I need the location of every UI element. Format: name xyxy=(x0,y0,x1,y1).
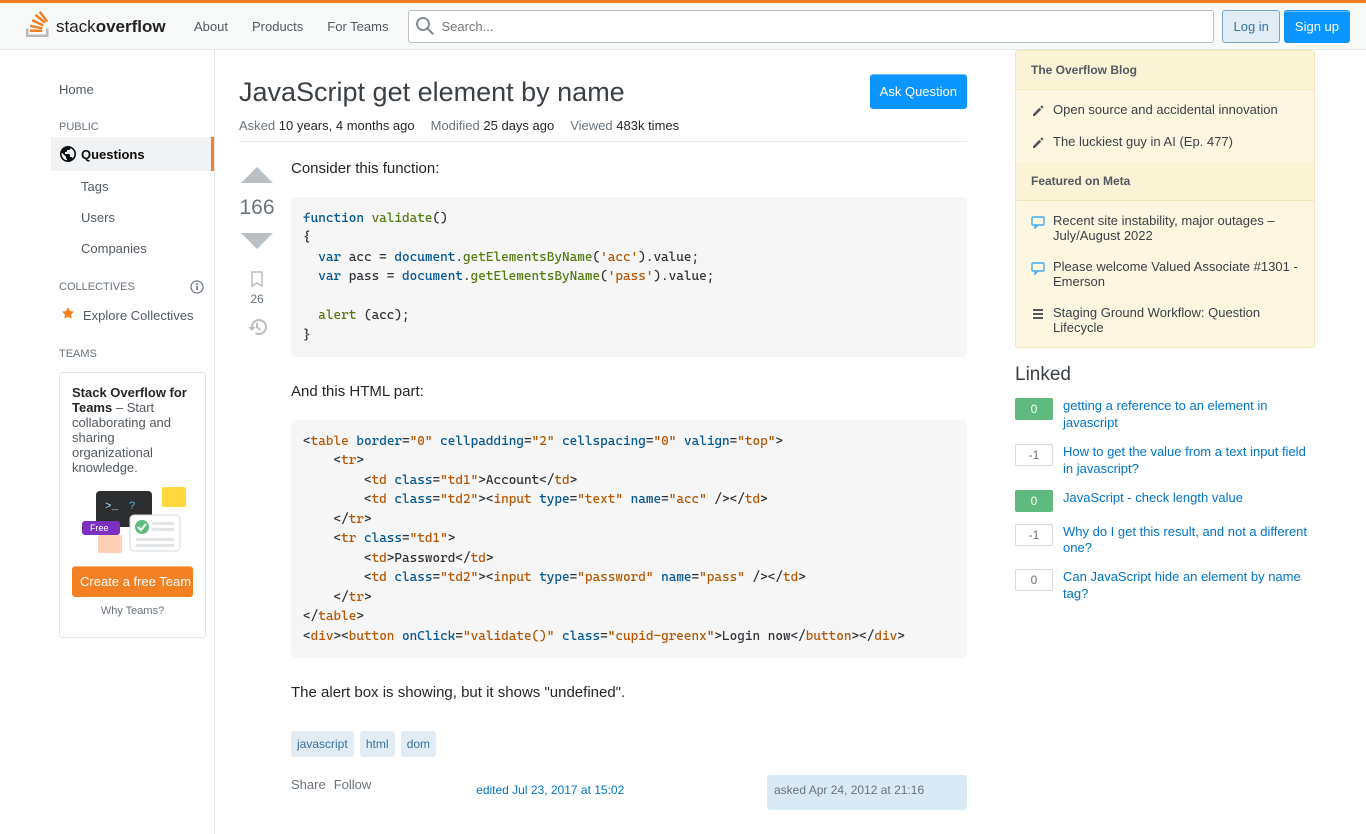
linked-score-badge: -1 xyxy=(1015,444,1053,466)
linked-link[interactable]: Why do I get this result, and not a diff… xyxy=(1063,524,1315,558)
tag-html[interactable]: html xyxy=(360,731,395,757)
bookmark-count: 26 xyxy=(250,292,263,306)
linked-item[interactable]: 0 Can JavaScript hide an element by name … xyxy=(1015,569,1315,603)
blog-item[interactable]: Open source and accidental innovation xyxy=(1016,94,1314,126)
teams-illustration: >_ ? Free xyxy=(72,487,202,554)
linked-item[interactable]: -1 Why do I get this result, and not a di… xyxy=(1015,524,1315,558)
right-sidebar: The Overflow Blog Open source and accide… xyxy=(1015,50,1315,834)
pencil-icon xyxy=(1031,104,1045,118)
search-icon xyxy=(416,17,434,35)
linked-link[interactable]: Can JavaScript hide an element by name t… xyxy=(1063,569,1315,603)
question-title: JavaScript get element by name xyxy=(239,74,637,110)
info-icon[interactable] xyxy=(190,280,204,294)
meta-item[interactable]: Please welcome Valued Associate #1301 - … xyxy=(1016,251,1314,297)
linked-link[interactable]: JavaScript - check length value xyxy=(1063,490,1243,512)
main-content: JavaScript get element by name Ask Quest… xyxy=(215,50,991,834)
share-link[interactable]: Share xyxy=(291,775,326,795)
globe-icon xyxy=(59,145,77,163)
asker-signature[interactable]: asked Apr 24, 2012 at 21:16 xyxy=(767,775,967,810)
create-team-button[interactable]: Create a free Team xyxy=(72,566,193,597)
speech-icon xyxy=(1031,261,1045,275)
editor-signature[interactable]: edited Jul 23, 2017 at 15:02 xyxy=(469,775,669,810)
linked-item[interactable]: 0 JavaScript - check length value xyxy=(1015,490,1315,512)
meta-item[interactable]: Staging Ground Workflow: Question Lifecy… xyxy=(1016,297,1314,343)
nav-companies[interactable]: Companies xyxy=(51,233,214,264)
history-button[interactable] xyxy=(248,318,267,336)
linked-item[interactable]: -1 How to get the value from a text input… xyxy=(1015,444,1315,478)
vote-column: 166 26 xyxy=(239,158,291,810)
speech-icon xyxy=(1031,215,1045,229)
nav-users[interactable]: Users xyxy=(51,202,214,233)
follow-link[interactable]: Follow xyxy=(334,775,372,795)
svg-text:>_: >_ xyxy=(105,501,119,513)
nav-home[interactable]: Home xyxy=(51,74,214,105)
linked-link[interactable]: How to get the value from a text input f… xyxy=(1063,444,1315,478)
linked-score-badge: 0 xyxy=(1015,490,1053,512)
featured-meta-header: Featured on Meta xyxy=(1016,162,1314,201)
signup-button[interactable]: Sign up xyxy=(1284,10,1350,43)
svg-text:Free: Free xyxy=(90,523,109,533)
nav-explore-collectives[interactable]: Explore Collectives xyxy=(51,298,214,332)
nav-products[interactable]: Products xyxy=(240,13,315,40)
svg-text:?: ? xyxy=(129,501,136,513)
logo[interactable]: stackoverflow xyxy=(16,3,182,50)
post-body: Consider this function: function validat… xyxy=(291,158,967,810)
linked-score-badge: 0 xyxy=(1015,398,1053,420)
vote-count: 166 xyxy=(239,196,274,220)
nav-questions[interactable]: Questions xyxy=(51,137,214,171)
nav-tags[interactable]: Tags xyxy=(51,171,214,202)
downvote-button[interactable] xyxy=(239,222,275,258)
linked-score-badge: -1 xyxy=(1015,524,1053,546)
top-header: stackoverflow About Products For Teams L… xyxy=(0,3,1366,50)
login-button[interactable]: Log in xyxy=(1222,10,1279,43)
upvote-button[interactable] xyxy=(239,158,275,194)
stack-icon xyxy=(1031,307,1045,321)
overflow-blog-header: The Overflow Blog xyxy=(1016,51,1314,90)
tag-list: javascript html dom xyxy=(291,729,967,759)
tag-javascript[interactable]: javascript xyxy=(291,731,354,757)
blog-item[interactable]: The luckiest guy in AI (Ep. 477) xyxy=(1016,126,1314,158)
ask-question-button[interactable]: Ask Question xyxy=(870,74,967,109)
teams-promo-card: Stack Overflow for Teams – Start collabo… xyxy=(59,372,206,638)
bookmark-button[interactable] xyxy=(248,270,266,288)
nav-public-header: PUBLIC xyxy=(51,105,214,137)
star-burst-icon xyxy=(59,306,77,324)
linked-score-badge: 0 xyxy=(1015,569,1053,591)
code-block-js: function validate() { var acc = document… xyxy=(291,197,967,358)
tag-dom[interactable]: dom xyxy=(401,731,436,757)
code-block-html: <table border="0" cellpadding="2" cellsp… xyxy=(291,420,967,659)
nav-about[interactable]: About xyxy=(182,13,240,40)
nav-teams-header: TEAMS xyxy=(51,332,214,364)
linked-item[interactable]: 0 getting a reference to an element in ja… xyxy=(1015,398,1315,432)
meta-item[interactable]: Recent site instability, major outages –… xyxy=(1016,205,1314,251)
nav-collectives-header: COLLECTIVES xyxy=(59,281,135,293)
linked-header: Linked xyxy=(1015,364,1315,386)
question-meta: Asked 10 years, 4 months ago Modified 25… xyxy=(239,118,967,142)
pencil-icon xyxy=(1031,136,1045,150)
linked-link[interactable]: getting a reference to an element in jav… xyxy=(1063,398,1315,432)
svg-text:stackoverflow: stackoverflow xyxy=(56,17,166,36)
nav-for-teams[interactable]: For Teams xyxy=(315,13,400,40)
why-teams-link[interactable]: Why Teams? xyxy=(72,597,193,625)
search-input[interactable] xyxy=(408,10,1214,43)
left-sidebar: Home PUBLIC Questions Tags Users Compani… xyxy=(51,50,215,834)
